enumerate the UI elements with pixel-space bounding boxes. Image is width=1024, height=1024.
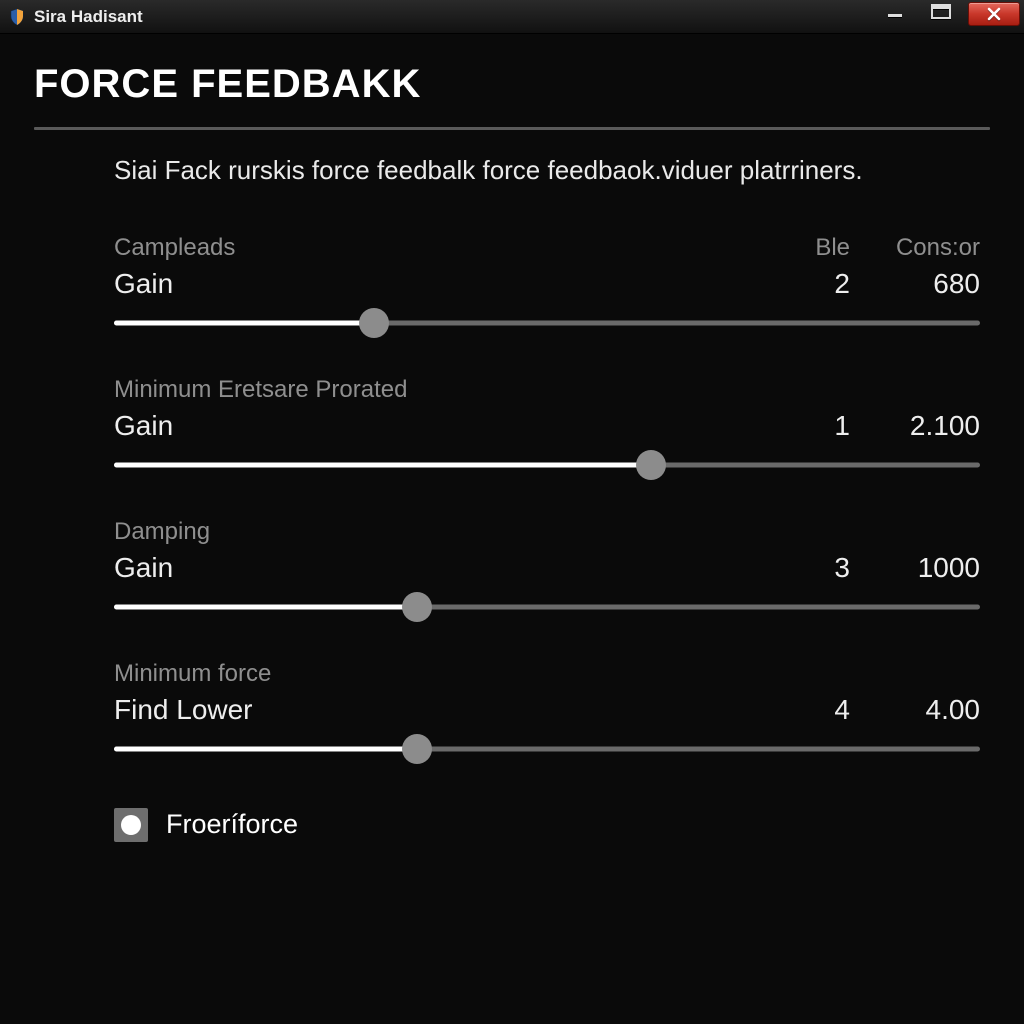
checkbox-row: Froeríforce [114, 808, 980, 842]
slider-value-ble: 1 [770, 410, 850, 442]
column-header-cons: Cons:or [850, 234, 980, 262]
page-description: Siai Fack rurskis force feedbalk force f… [114, 154, 980, 188]
slider-value-cons: 2.100 [850, 410, 980, 442]
page-title: FORCE FEEDBAKK [34, 62, 990, 107]
slider-thumb[interactable] [359, 308, 389, 338]
slider-control[interactable] [114, 310, 980, 336]
column-header-left: Campleads [114, 234, 770, 262]
check-dot-icon [121, 815, 141, 835]
slider-group-label: Minimum Eretsare Prorated [114, 376, 980, 404]
slider-name: Gain [114, 268, 770, 300]
slider-value-ble: 4 [770, 694, 850, 726]
slider-thumb[interactable] [402, 592, 432, 622]
slider-control[interactable] [114, 736, 980, 762]
slider-group: Gain2680 [114, 268, 980, 336]
slider-value-ble: 2 [770, 268, 850, 300]
slider-fill [114, 462, 651, 467]
close-button[interactable] [968, 2, 1020, 26]
froerforce-checkbox[interactable] [114, 808, 148, 842]
slider-row: Find Lower44.00 [114, 694, 980, 726]
slider-thumb[interactable] [636, 450, 666, 480]
slider-fill [114, 320, 374, 325]
slider-fill [114, 604, 417, 609]
slider-group: Minimum force Find Lower44.00 [114, 660, 980, 762]
slider-row: Gain12.100 [114, 410, 980, 442]
slider-name: Gain [114, 552, 770, 584]
window-title: Sira Hadisant [34, 7, 143, 27]
column-header-ble: Ble [770, 234, 850, 262]
slider-value-ble: 3 [770, 552, 850, 584]
slider-row: Gain31000 [114, 552, 980, 584]
slider-group: Damping Gain31000 [114, 518, 980, 620]
slider-name: Find Lower [114, 694, 770, 726]
slider-group-label: Minimum force [114, 660, 980, 688]
slider-row: Gain2680 [114, 268, 980, 300]
window-controls [872, 0, 1024, 33]
app-window: Sira Hadisant FORCE FEEDBAKK Siai Fack r… [0, 0, 1024, 1024]
content-area: FORCE FEEDBAKK Siai Fack rurskis force f… [0, 34, 1024, 842]
column-headers: Campleads Ble Cons:or [114, 234, 980, 262]
slider-value-cons: 1000 [850, 552, 980, 584]
slider-group-label: Damping [114, 518, 980, 546]
slider-name: Gain [114, 410, 770, 442]
slider-value-cons: 680 [850, 268, 980, 300]
shield-icon [8, 8, 26, 26]
slider-control[interactable] [114, 594, 980, 620]
checkbox-label: Froeríforce [166, 809, 298, 840]
slider-fill [114, 746, 417, 751]
settings-panel: Siai Fack rurskis force feedbalk force f… [34, 130, 990, 842]
slider-thumb[interactable] [402, 734, 432, 764]
maximize-button[interactable] [918, 0, 964, 24]
slider-control[interactable] [114, 452, 980, 478]
slider-value-cons: 4.00 [850, 694, 980, 726]
minimize-button[interactable] [872, 0, 918, 24]
slider-group: Minimum Eretsare Prorated Gain12.100 [114, 376, 980, 478]
titlebar[interactable]: Sira Hadisant [0, 0, 1024, 34]
